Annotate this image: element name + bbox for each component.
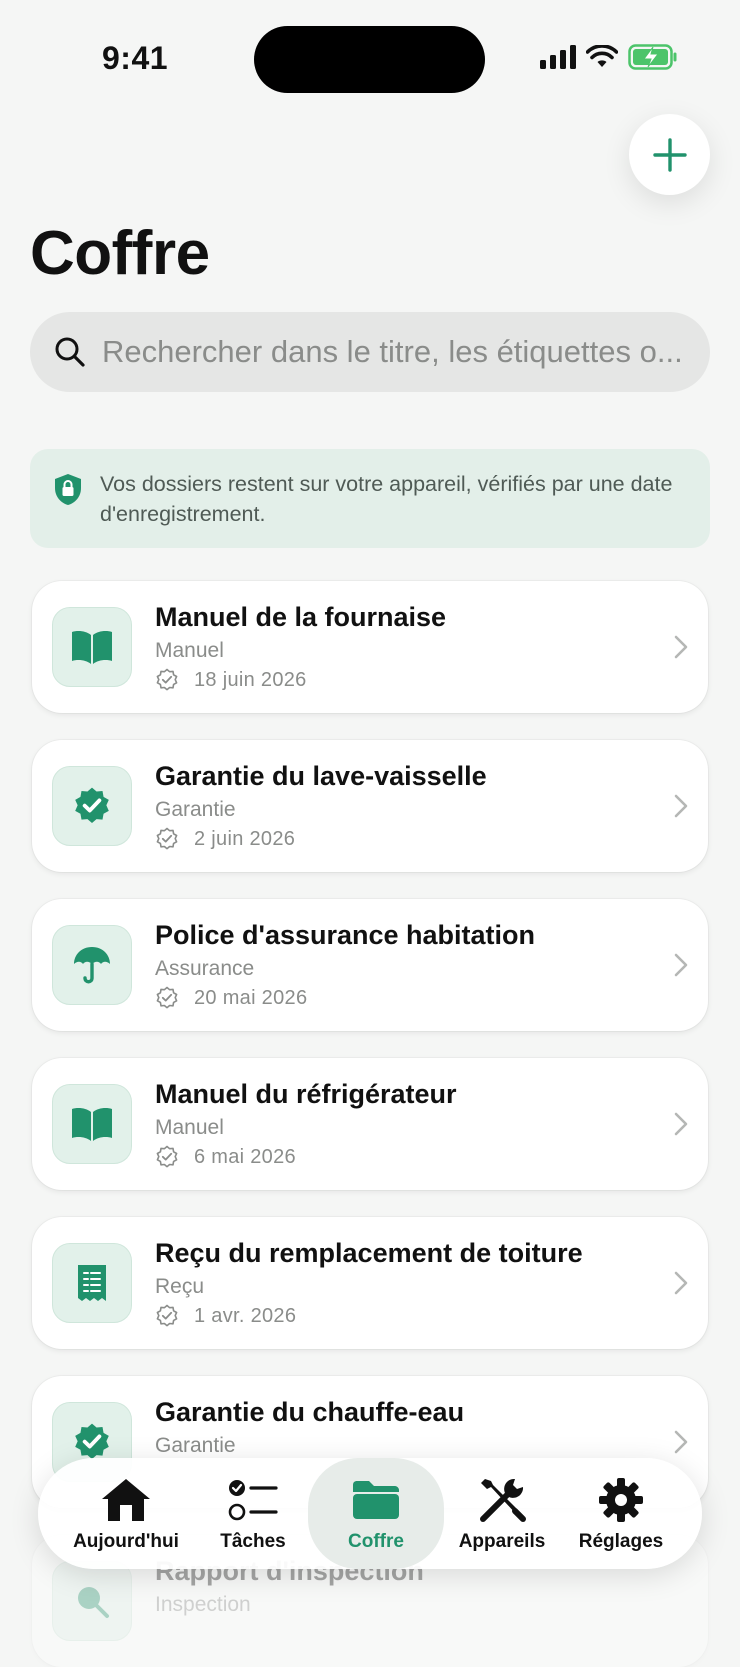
status-icons <box>540 44 678 70</box>
document-date: 6 mai 2026 <box>194 1145 296 1168</box>
document-icon-tile <box>52 1084 132 1164</box>
tab-label: Tâches <box>220 1530 286 1552</box>
document-date-row: 20 mai 2026 <box>155 986 307 1010</box>
add-document-button[interactable] <box>629 114 710 195</box>
document-icon-tile <box>52 925 132 1005</box>
receipt-icon <box>78 1265 106 1301</box>
document-icon-tile <box>52 1561 132 1641</box>
document-icon-tile <box>52 607 132 687</box>
document-date-row: 2 juin 2026 <box>155 827 295 851</box>
search-icon <box>55 337 85 367</box>
document-type: Garantie <box>155 798 236 821</box>
checklist-icon <box>228 1479 278 1520</box>
chevron-right-icon <box>674 1430 688 1454</box>
chevron-right-icon <box>674 1271 688 1295</box>
document-title: Garantie du lave-vaisselle <box>155 761 487 791</box>
wifi-icon <box>586 45 618 67</box>
document-type: Manuel <box>155 639 224 662</box>
cellular-signal-icon <box>540 45 576 69</box>
tab-today[interactable]: Aujourd'hui <box>62 1458 190 1569</box>
battery-charging-icon <box>628 44 677 70</box>
tab-label: Coffre <box>348 1530 404 1552</box>
dynamic-island <box>254 26 485 93</box>
document-title: Police d'assurance habitation <box>155 920 536 950</box>
status-bar: 9:41 <box>0 0 740 120</box>
verified-check-icon <box>156 668 178 691</box>
tab-settings[interactable]: Réglages <box>560 1458 682 1569</box>
umbrella-icon <box>74 947 110 984</box>
chevron-right-icon <box>674 794 688 818</box>
verified-seal-icon <box>75 787 109 823</box>
document-title: Reçu du remplacement de toiture <box>155 1238 583 1268</box>
chevron-right-icon <box>674 1112 688 1136</box>
status-time: 9:41 <box>102 40 169 76</box>
book-icon <box>72 631 112 664</box>
document-date: 20 mai 2026 <box>194 986 308 1009</box>
document-date: 18 juin 2026 <box>194 668 307 691</box>
tab-label: Réglages <box>578 1530 664 1552</box>
gear-icon <box>599 1477 643 1522</box>
plus-icon <box>652 137 687 172</box>
document-icon-tile <box>52 766 132 846</box>
document-date-row: 1 avr. 2026 <box>155 1304 296 1328</box>
tab-bar: Aujourd'hui Tâches Coffre Appareils Régl… <box>38 1458 702 1569</box>
document-card-home-insurance[interactable]: Police d'assurance habitation Assurance … <box>32 899 708 1031</box>
verified-check-icon <box>156 827 178 850</box>
document-type: Manuel <box>155 1116 224 1139</box>
search-bar[interactable] <box>30 312 710 392</box>
document-date-row: 6 mai 2026 <box>155 1145 296 1169</box>
page-title: Coffre <box>30 219 210 288</box>
document-icon-tile <box>52 1243 132 1323</box>
verified-check-icon <box>156 986 178 1009</box>
verified-check-icon <box>156 1145 178 1168</box>
privacy-banner: Vos dossiers restent sur votre appareil,… <box>30 449 710 548</box>
document-title: Manuel de la fournaise <box>155 602 447 632</box>
document-title: Manuel du réfrigérateur <box>155 1079 457 1109</box>
chevron-right-icon <box>674 953 688 977</box>
document-card-furnace-manual[interactable]: Manuel de la fournaise Manuel 18 juin 20… <box>32 581 708 713</box>
tab-vault[interactable]: Coffre <box>308 1458 444 1569</box>
document-card-fridge-manual[interactable]: Manuel du réfrigérateur Manuel 6 mai 202… <box>32 1058 708 1190</box>
house-icon <box>102 1478 150 1521</box>
verified-seal-icon <box>75 1423 109 1459</box>
folder-icon <box>353 1480 399 1519</box>
shield-lock-icon <box>55 474 81 505</box>
tab-tasks[interactable]: Tâches <box>200 1458 306 1569</box>
document-title: Garantie du chauffe-eau <box>155 1397 465 1427</box>
privacy-notice: Vos dossiers restent sur votre appareil,… <box>100 472 673 526</box>
document-type: Garantie <box>155 1434 236 1457</box>
book-icon <box>72 1108 112 1141</box>
chevron-right-icon <box>674 635 688 659</box>
tools-icon <box>480 1478 526 1522</box>
document-type: Reçu <box>155 1275 205 1298</box>
document-date: 1 avr. 2026 <box>194 1304 297 1327</box>
verified-check-icon <box>156 1304 178 1327</box>
document-date: 2 juin 2026 <box>194 827 296 850</box>
document-card-dishwasher-warranty[interactable]: Garantie du lave-vaisselle Garantie 2 ju… <box>32 740 708 872</box>
tab-appliances[interactable]: Appareils <box>446 1458 558 1569</box>
document-date-row: 18 juin 2026 <box>155 668 307 692</box>
tab-label: Appareils <box>458 1530 546 1552</box>
document-type: Assurance <box>155 957 255 980</box>
document-card-roof-receipt[interactable]: Reçu du remplacement de toiture Reçu 1 a… <box>32 1217 708 1349</box>
document-type: Inspection <box>155 1593 251 1616</box>
tab-label: Aujourd'hui <box>73 1530 179 1552</box>
search-input[interactable] <box>100 333 694 371</box>
search-icon <box>78 1587 109 1618</box>
